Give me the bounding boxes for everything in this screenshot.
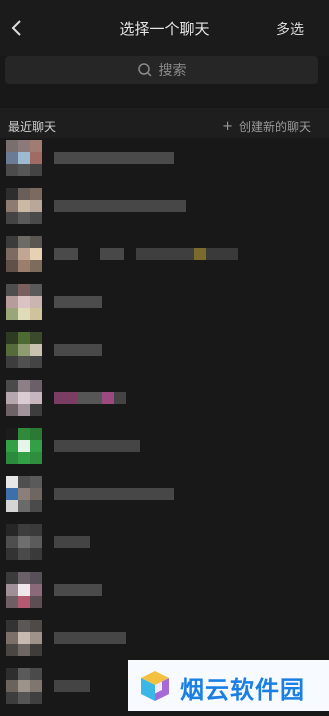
recent-chats-header: 最近聊天 + 创建新的聊天 [0, 108, 329, 138]
cube-logo [141, 671, 169, 701]
avatar [6, 668, 42, 716]
chat-name-redacted [54, 680, 90, 704]
list-item[interactable] [0, 476, 329, 524]
avatar [6, 140, 42, 188]
avatar [6, 380, 42, 428]
search-icon [137, 63, 152, 77]
create-new-chat-button[interactable]: + 创建新的聊天 [222, 118, 311, 135]
chat-name-redacted [54, 392, 126, 416]
chat-name-redacted [54, 248, 238, 272]
search-input[interactable]: 搜索 [5, 56, 318, 84]
list-item[interactable] [0, 524, 329, 572]
avatar [6, 284, 42, 332]
list-item[interactable] [0, 572, 329, 620]
chat-name-redacted [54, 152, 174, 176]
avatar [6, 476, 42, 524]
list-item[interactable] [0, 188, 329, 236]
chat-name-redacted [54, 296, 102, 320]
avatar [6, 572, 42, 620]
list-item[interactable] [0, 140, 329, 188]
list-item[interactable] [0, 284, 329, 332]
chat-name-redacted [54, 536, 90, 560]
list-item[interactable] [0, 380, 329, 428]
list-item[interactable] [0, 332, 329, 380]
chat-name-redacted [54, 584, 102, 608]
avatar [6, 524, 42, 572]
avatar [6, 332, 42, 380]
list-item[interactable] [0, 428, 329, 476]
top-bar: 选择一个聊天 多选 [0, 0, 329, 56]
recent-chats-title: 最近聊天 [8, 120, 57, 134]
create-new-chat-label: 创建新的聊天 [238, 120, 311, 134]
watermark-text: 烟云软件园 [180, 676, 305, 704]
avatar [6, 236, 42, 284]
chat-name-redacted [54, 344, 102, 368]
avatar [6, 428, 42, 476]
chat-name-redacted [54, 440, 140, 464]
avatar [6, 620, 42, 668]
search-placeholder: 搜索 [158, 63, 187, 79]
watermark: 烟云软件园 [128, 660, 329, 711]
avatar [6, 188, 42, 236]
chat-name-redacted [54, 200, 186, 224]
multi-select-button[interactable]: 多选 [276, 19, 304, 39]
chat-name-redacted [54, 488, 174, 512]
list-item[interactable] [0, 236, 329, 284]
plus-icon: + [222, 119, 233, 134]
chat-name-redacted [54, 632, 126, 656]
